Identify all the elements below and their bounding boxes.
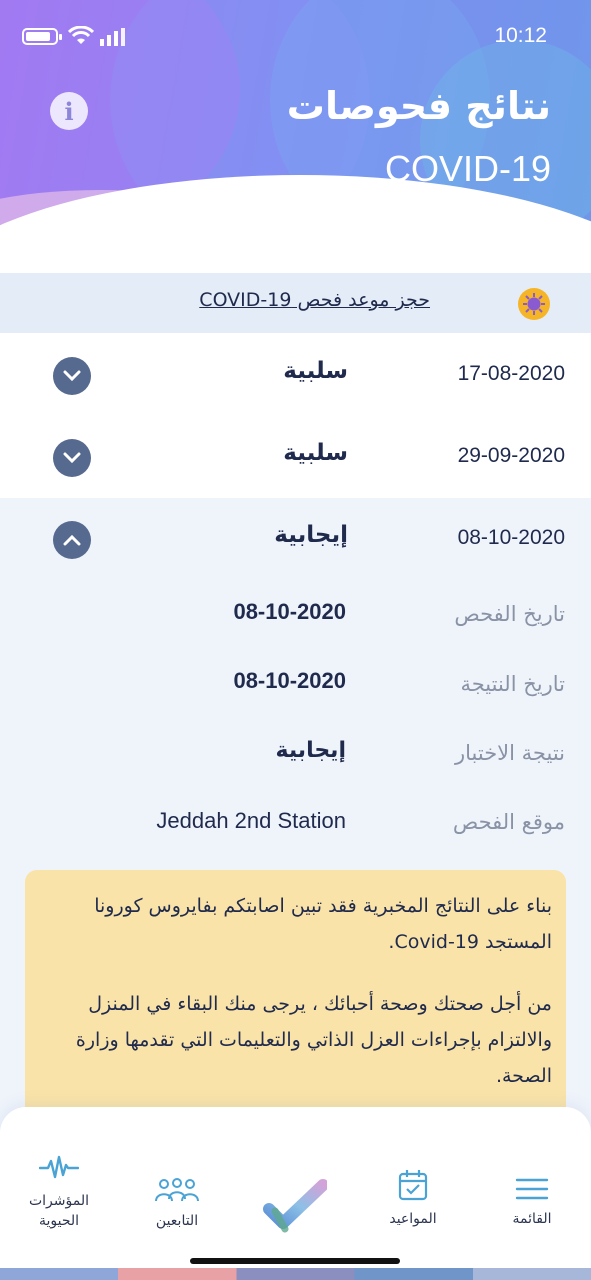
booking-banner: حجز موعد فحص COVID-19 xyxy=(0,273,591,333)
battery-cap xyxy=(59,34,62,40)
battery-icon xyxy=(22,28,58,45)
signal-icon xyxy=(100,28,125,46)
check-logo-icon xyxy=(263,1179,329,1233)
test-result-label: نتيجة الاختبار xyxy=(454,741,565,765)
bottom-tabbar: المؤشرات الحيوية التابعين المواعيد القائ… xyxy=(0,1107,591,1280)
calendar-check-icon xyxy=(398,1170,428,1201)
tab-appointments[interactable]: المواعيد xyxy=(372,1169,454,1227)
test-date-value: 08-10-2020 xyxy=(233,599,346,624)
test-location-value: Jeddah 2nd Station xyxy=(156,808,346,833)
virus-icon xyxy=(518,288,550,320)
result-date: 17-08-2020 xyxy=(457,362,565,385)
wifi-icon xyxy=(68,26,94,44)
notice-paragraph: بناء على النتائج المخبرية فقد تبين اصابت… xyxy=(94,895,552,953)
tab-label: التابعين xyxy=(155,1213,199,1229)
people-icon xyxy=(155,1178,199,1202)
tab-vitals[interactable]: المؤشرات الحيوية xyxy=(18,1155,100,1231)
chevron-down-icon[interactable] xyxy=(53,439,91,477)
test-date-label: تاريخ الفحص xyxy=(454,602,565,626)
result-row[interactable]: 29-09-2020 سلبية xyxy=(0,416,591,499)
result-date-value: 08-10-2020 xyxy=(233,668,346,693)
test-location-label: موقع الفحص xyxy=(452,810,565,834)
result-date: 08-10-2020 xyxy=(457,526,565,549)
result-row[interactable]: 17-08-2020 سلبية xyxy=(0,334,591,417)
home-indicator[interactable] xyxy=(190,1258,400,1264)
result-date-label: تاريخ النتيجة xyxy=(460,672,565,696)
page-subtitle: COVID-19 xyxy=(384,148,551,189)
heartbeat-icon xyxy=(39,1155,79,1179)
tab-label: الحيوية xyxy=(38,1213,80,1229)
result-date: 29-09-2020 xyxy=(457,444,565,467)
header: 10:12 i نتائج فحوصات COVID-19 xyxy=(0,0,591,275)
book-test-link[interactable]: حجز موعد فحص COVID-19 xyxy=(199,289,430,311)
notice-paragraph: من أجل صحتك وصحة أحبائك ، يرجى منك البقا… xyxy=(75,993,552,1087)
tab-dependents[interactable]: التابعين xyxy=(136,1177,218,1229)
positive-notice: بناء على النتائج المخبرية فقد تبين اصابت… xyxy=(25,870,566,1130)
page-title: نتائج فحوصات xyxy=(286,84,551,128)
home-check-logo[interactable] xyxy=(260,1177,330,1243)
chevron-down-icon[interactable] xyxy=(53,357,91,395)
result-status: إيجابية xyxy=(274,522,348,548)
tab-label: القائمة xyxy=(512,1211,552,1227)
chevron-up-icon[interactable] xyxy=(53,521,91,559)
test-result-value: إيجابية xyxy=(275,738,346,763)
tab-label: المؤشرات xyxy=(28,1193,89,1209)
menu-icon xyxy=(515,1178,549,1200)
tab-menu[interactable]: القائمة xyxy=(492,1177,572,1227)
result-status: سلبية xyxy=(283,440,348,466)
tab-label: المواعيد xyxy=(389,1211,437,1227)
status-bar: 10:12 xyxy=(0,22,591,52)
result-status: سلبية xyxy=(283,358,348,384)
status-time: 10:12 xyxy=(494,24,547,47)
bottom-color-strip xyxy=(0,1268,591,1280)
info-icon[interactable]: i xyxy=(50,92,88,130)
